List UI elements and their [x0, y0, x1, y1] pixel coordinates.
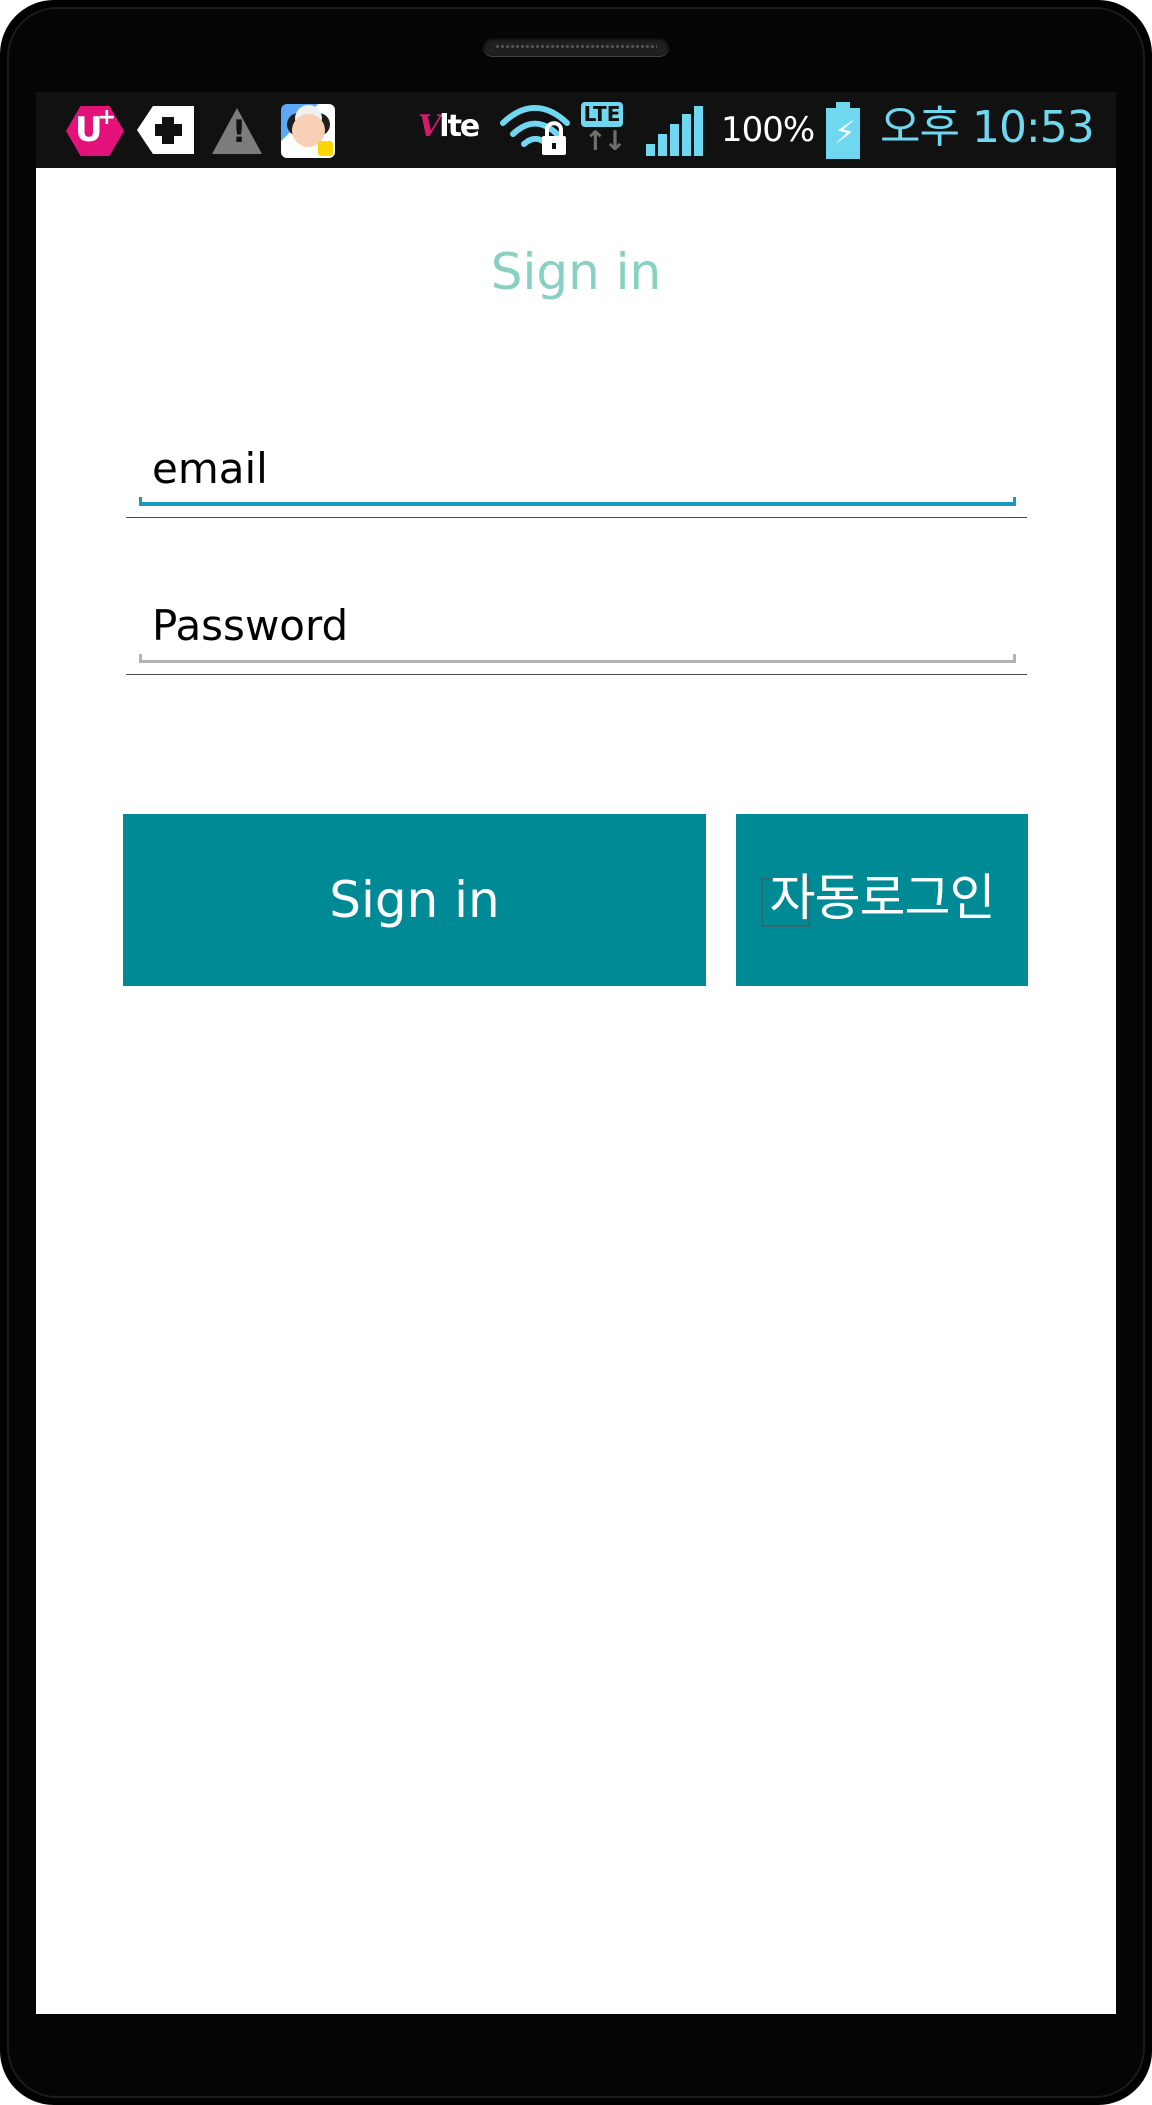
- email-field-container: [126, 402, 1027, 532]
- email-field[interactable]: [139, 402, 1012, 512]
- tag-plus-icon: [137, 106, 194, 154]
- volte-v-text: V: [418, 109, 441, 144]
- battery-body: [826, 108, 860, 159]
- lte-label: LTE: [581, 102, 623, 127]
- app-character-icon: [281, 104, 335, 158]
- wifi-lock-icon: [500, 105, 570, 155]
- email-field-focus-underline: [139, 497, 1016, 506]
- password-field-underline: [139, 654, 1016, 663]
- password-field[interactable]: [139, 559, 1012, 669]
- warning-icon: [212, 108, 262, 154]
- charging-battery-icon: [826, 102, 860, 159]
- page-title: Sign in: [490, 242, 662, 301]
- uplus-icon: [66, 106, 124, 156]
- volte-icon: Vlte: [418, 106, 494, 148]
- speaker-grille: [483, 37, 669, 56]
- signal-bar-1: [646, 144, 655, 156]
- auto-login-button[interactable]: 자동로그인: [736, 814, 1028, 986]
- signal-strength-icon: [646, 106, 706, 156]
- password-field-container: [126, 559, 1027, 689]
- signal-bar-5: [694, 106, 703, 156]
- volte-lte-text: lte: [439, 109, 480, 144]
- status-bar: Vlte LTE ↑↓ 100%: [36, 92, 1116, 168]
- email-field-divider: [126, 517, 1027, 518]
- password-field-divider: [126, 674, 1027, 675]
- lte-data-icon: LTE ↑↓: [581, 102, 626, 158]
- signal-bar-2: [658, 134, 667, 156]
- signal-bar-3: [670, 124, 679, 156]
- app-screen: Vlte LTE ↑↓ 100%: [36, 92, 1116, 2014]
- signal-bar-4: [682, 114, 691, 156]
- phone-frame: Vlte LTE ↑↓ 100%: [0, 0, 1152, 2105]
- sign-in-button[interactable]: Sign in: [123, 814, 706, 986]
- auto-login-label: 자동로그인: [769, 869, 996, 927]
- battery-percent-text: 100%: [721, 110, 815, 150]
- data-arrows-icon: ↑↓: [584, 126, 626, 157]
- clock-text: 오후 10:53: [880, 102, 1095, 153]
